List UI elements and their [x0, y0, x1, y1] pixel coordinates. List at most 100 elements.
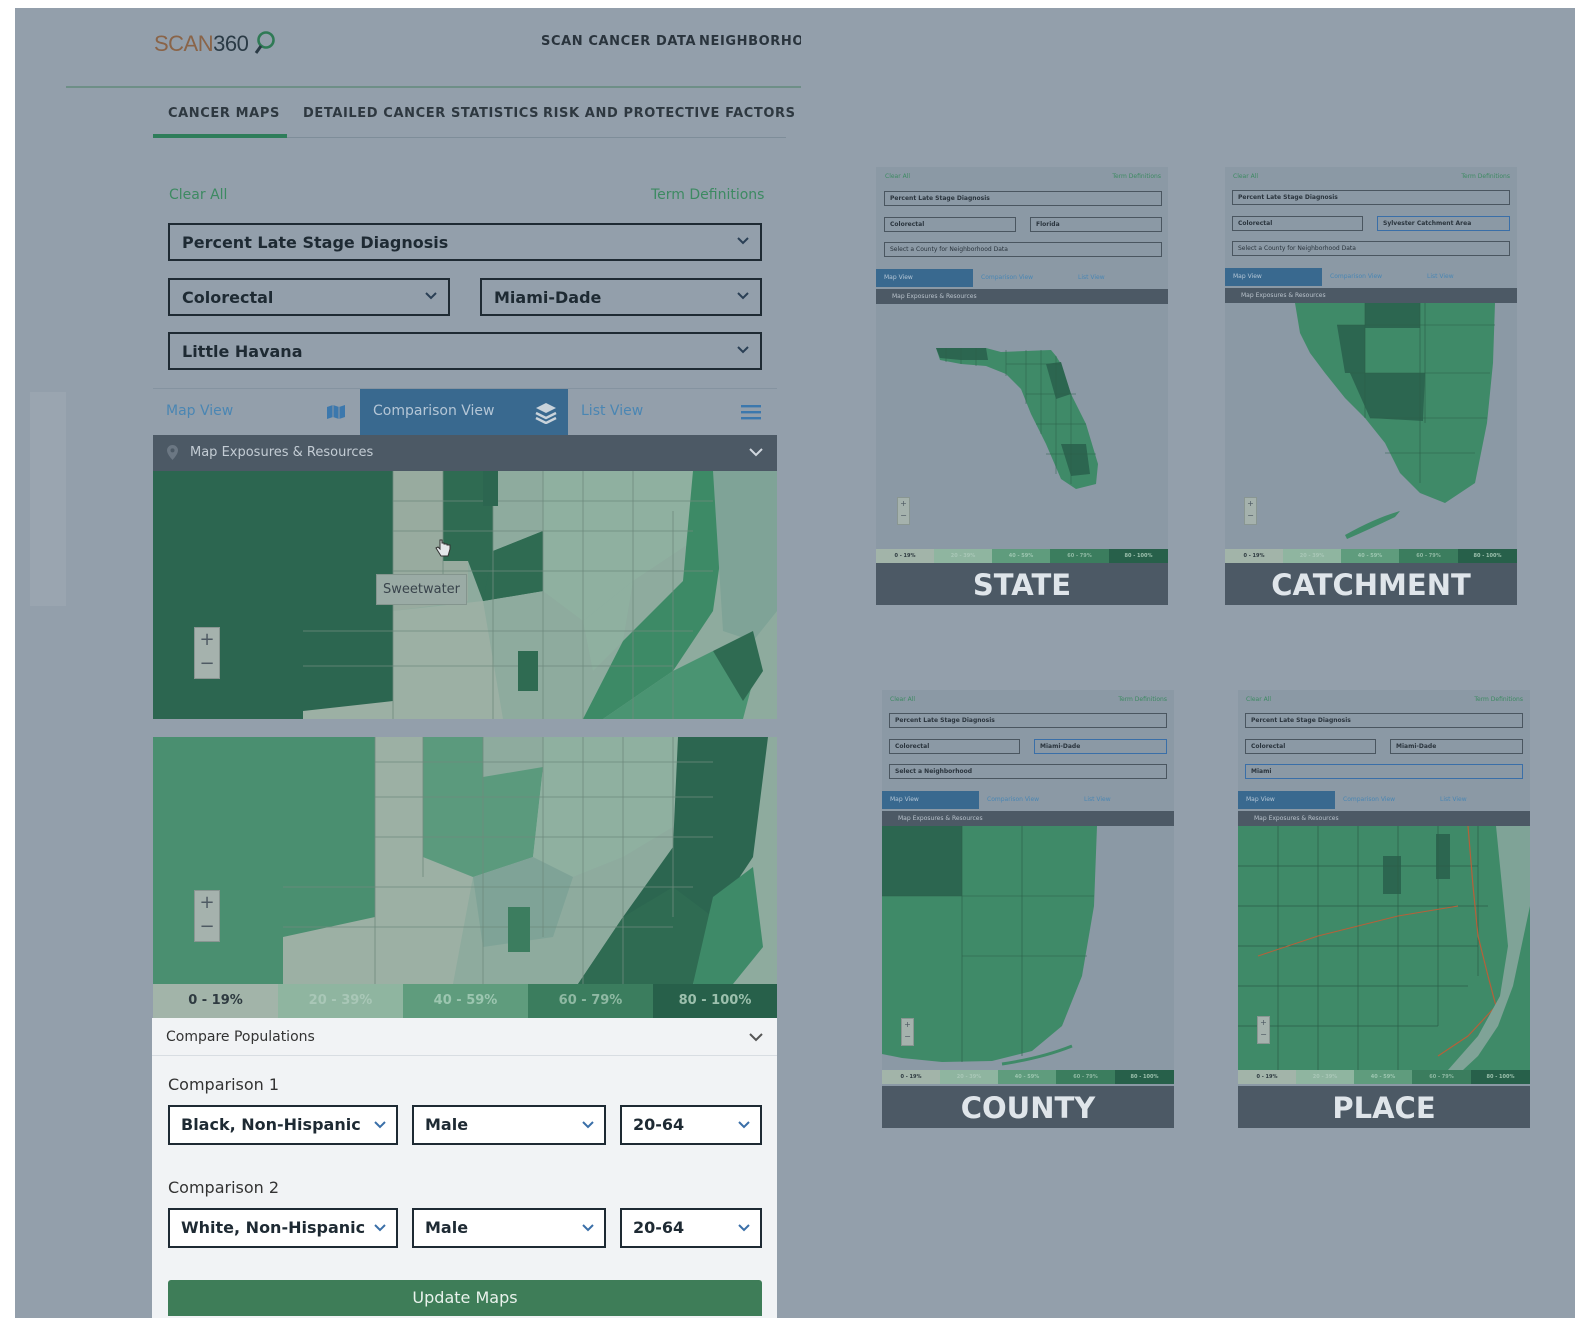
nav-neighborhood[interactable]: NEIGHBORHOC — [699, 34, 801, 49]
zoom-out-button[interactable]: − — [195, 652, 219, 676]
cursor-hand-icon — [435, 539, 451, 557]
nav-scan-cancer-data[interactable]: SCAN CANCER DATA — [541, 34, 696, 49]
view-tabs: Map View Comparison View List View — [153, 388, 777, 435]
comparison-map-2[interactable]: + − — [153, 737, 777, 984]
chevron-down-icon — [737, 237, 749, 245]
mini-legend-bin: 40 - 59% — [1354, 1070, 1412, 1084]
county-select[interactable]: Miami-Dade — [480, 278, 762, 316]
mini-legend-bin: 40 - 59% — [992, 549, 1050, 563]
compare-populations-title: Compare Populations — [166, 1029, 315, 1045]
mini-third: Select a County for Neighborhood Data — [884, 242, 1162, 257]
mini-zoom-control: + − — [1257, 1016, 1270, 1044]
comparison-1-sex-value: Male — [425, 1115, 469, 1134]
mini-map-state: + − — [876, 304, 1168, 549]
mini-legend-bin: 20 - 39% — [940, 1070, 998, 1084]
mini-legend-bin: 60 - 79% — [1056, 1070, 1115, 1084]
mini-legend-bin: 0 - 19% — [1238, 1070, 1296, 1084]
mini-geo: Miami-Dade — [1034, 739, 1167, 754]
map-pin-icon — [167, 445, 178, 460]
neighborhood-value: Little Havana — [182, 342, 303, 361]
comparison-map-1[interactable]: Sweetwater + − — [153, 471, 777, 719]
preview-caption-state: STATE — [876, 563, 1168, 605]
chevron-down-icon — [738, 1224, 750, 1232]
scan360-logo[interactable]: SCAN360 — [154, 30, 276, 57]
chevron-down-icon — [737, 292, 749, 300]
chevron-down-icon — [425, 292, 437, 300]
update-maps-button[interactable]: Update Maps — [168, 1280, 762, 1316]
neighborhood-select[interactable]: Little Havana — [168, 332, 762, 370]
chevron-down-icon — [374, 1121, 386, 1129]
zoom-control-1: + − — [194, 627, 220, 679]
mini-tab-map-view: Map View — [1225, 268, 1322, 286]
compare-populations-header[interactable]: Compare Populations — [152, 1018, 777, 1056]
tab-comparison-view[interactable]: Comparison View — [360, 389, 568, 435]
comparison-1-race-value: Black, Non-Hispanic — [181, 1115, 361, 1134]
mini-legend: 0 - 19% 20 - 39% 40 - 59% 60 - 79% 80 - … — [1225, 549, 1517, 563]
measure-select[interactable]: Percent Late Stage Diagnosis — [168, 223, 762, 261]
mini-legend-bin: 0 - 19% — [876, 549, 934, 563]
mini-exposures: Map Exposures & Resources — [882, 811, 1174, 826]
mini-clear-all: Clear All — [885, 173, 911, 180]
term-definitions-link[interactable]: Term Definitions — [651, 187, 764, 203]
comparison-2-race-select[interactable]: White, Non-Hispanic — [168, 1208, 398, 1248]
zoom-in-button[interactable]: + — [195, 891, 219, 915]
map-exposures-toggle[interactable]: Map Exposures & Resources — [153, 435, 777, 471]
mini-map-county: + − — [882, 826, 1174, 1070]
comparison-2-age-value: 20-64 — [633, 1218, 685, 1237]
tab-cancer-maps[interactable]: CANCER MAPS — [168, 106, 280, 121]
mini-third: Select a County for Neighborhood Data — [1232, 241, 1510, 256]
mini-legend-bin: 80 - 100% — [1109, 549, 1168, 563]
comparison-2-sex-value: Male — [425, 1218, 469, 1237]
mini-tab-list-view: List View — [1078, 274, 1105, 281]
cancer-site-value: Colorectal — [182, 288, 274, 307]
mini-tab-comparison-view: Comparison View — [987, 796, 1040, 803]
comparison-1-label: Comparison 1 — [168, 1075, 280, 1094]
mini-legend-bin: 60 - 79% — [1399, 549, 1458, 563]
clear-all-link[interactable]: Clear All — [169, 187, 227, 203]
comparison-2-sex-select[interactable]: Male — [412, 1208, 606, 1248]
preview-place: Clear All Term Definitions Percent Late … — [1238, 690, 1530, 1128]
mini-tab-map-view: Map View — [882, 791, 979, 809]
tab-risk-and-protective-factors[interactable]: RISK AND PROTECTIVE FACTORS — [543, 106, 796, 121]
county-value: Miami-Dade — [494, 288, 602, 307]
list-icon — [741, 405, 761, 420]
mini-term-definitions: Term Definitions — [1118, 696, 1167, 703]
mini-measure: Percent Late Stage Diagnosis — [1232, 190, 1510, 205]
county-map — [882, 826, 1097, 1066]
comparison-1-age-select[interactable]: 20-64 — [620, 1105, 762, 1145]
comparison-2-age-select[interactable]: 20-64 — [620, 1208, 762, 1248]
comparison-1-age-value: 20-64 — [633, 1115, 685, 1134]
mini-legend-bin: 80 - 100% — [1115, 1070, 1174, 1084]
zoom-out-button[interactable]: − — [195, 915, 219, 939]
florida-map — [936, 348, 1098, 489]
cancer-site-select[interactable]: Colorectal — [168, 278, 450, 316]
legend-bin-0-19: 0 - 19% — [153, 984, 278, 1018]
chevron-down-icon — [582, 1224, 594, 1232]
map-legend: 0 - 19% 20 - 39% 40 - 59% 60 - 79% 80 - … — [153, 984, 777, 1018]
mini-term-definitions: Term Definitions — [1474, 696, 1523, 703]
mini-legend-bin: 40 - 59% — [1341, 549, 1399, 563]
map-tooltip: Sweetwater — [376, 574, 467, 605]
mini-tab-list-view: List View — [1084, 796, 1111, 803]
mini-legend: 0 - 19% 20 - 39% 40 - 59% 60 - 79% 80 - … — [1238, 1070, 1530, 1084]
comparison-1-race-select[interactable]: Black, Non-Hispanic — [168, 1105, 398, 1145]
header-divider — [66, 86, 801, 88]
mini-zoom-control: + − — [897, 497, 910, 525]
mini-geo: Florida — [1030, 217, 1162, 232]
mini-clear-all: Clear All — [890, 696, 916, 703]
legend-bin-40-59: 40 - 59% — [403, 984, 528, 1018]
zoom-control-2: + − — [194, 890, 220, 942]
chevron-down-icon — [738, 1121, 750, 1129]
mini-legend-bin: 80 - 100% — [1471, 1070, 1530, 1084]
preview-catchment-area: Clear All Term Definitions Percent Late … — [1225, 167, 1517, 605]
zoom-in-button[interactable]: + — [195, 628, 219, 652]
legend-bin-80-100: 80 - 100% — [653, 984, 777, 1018]
comparison-1-sex-select[interactable]: Male — [412, 1105, 606, 1145]
mini-tab-list-view: List View — [1440, 796, 1467, 803]
preview-caption-catchment-area: CATCHMENT AREA — [1225, 563, 1517, 605]
tab-map-view[interactable]: Map View — [153, 389, 360, 435]
active-tab-indicator — [153, 134, 287, 138]
tab-detailed-cancer-statistics[interactable]: DETAILED CANCER STATISTICS — [303, 106, 539, 121]
choropleth-map-2[interactable] — [153, 737, 777, 984]
tab-list-view[interactable]: List View — [568, 389, 777, 435]
